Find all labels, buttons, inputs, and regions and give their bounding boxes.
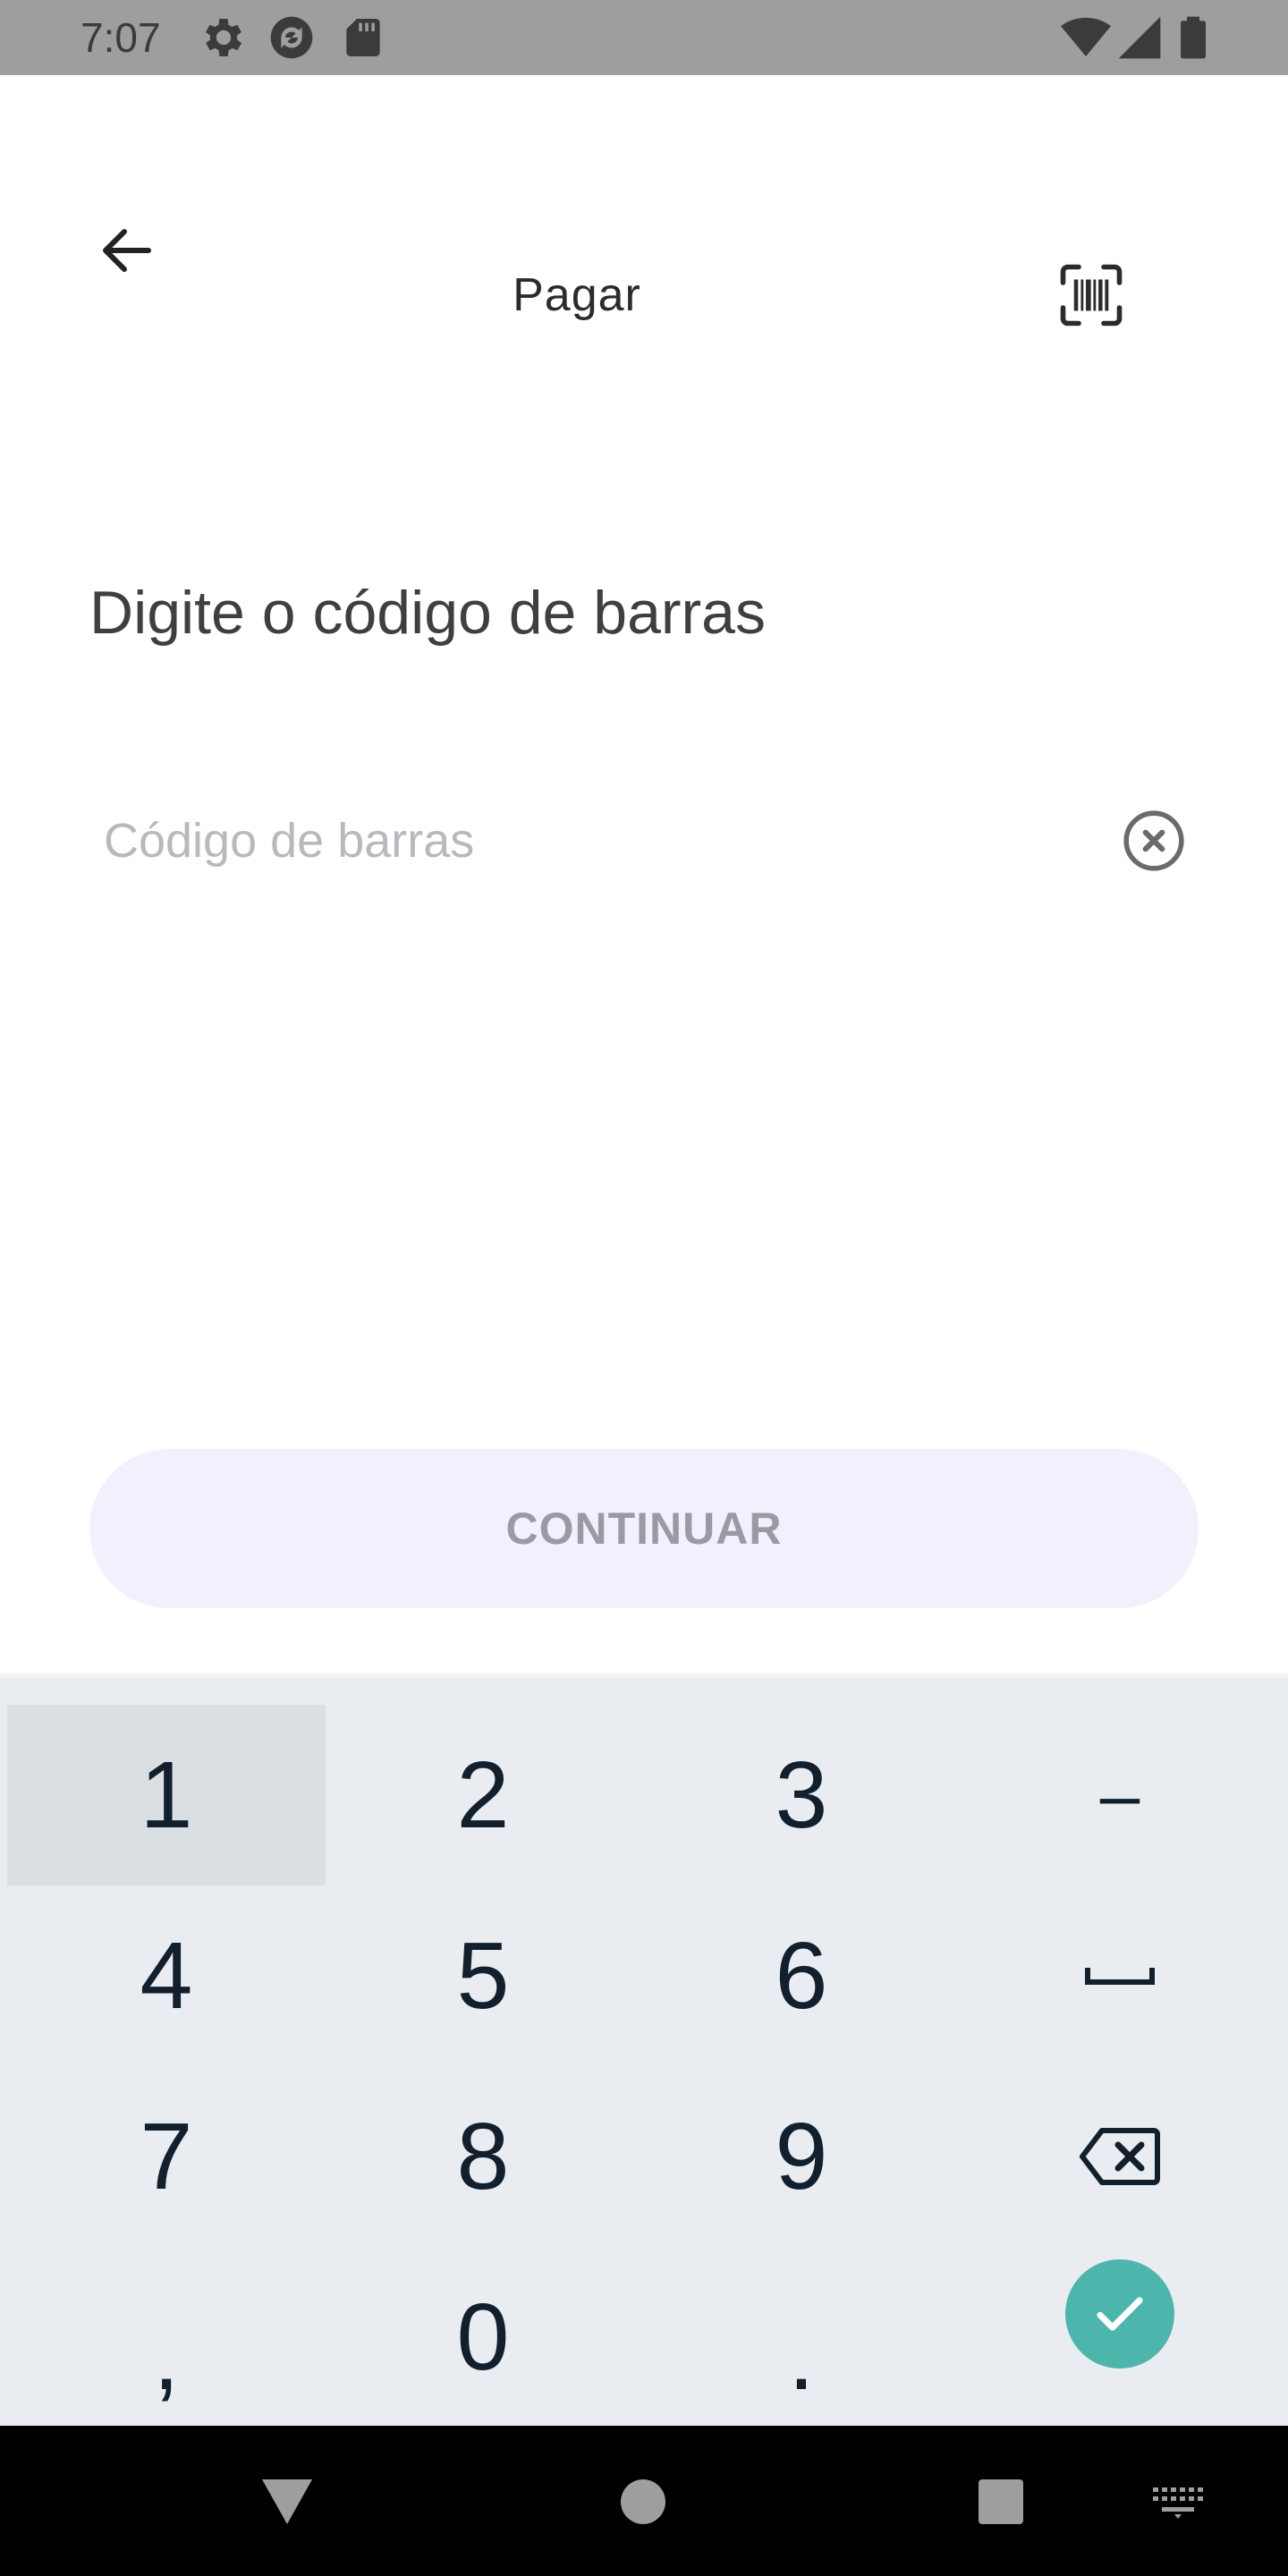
wifi-icon xyxy=(1061,13,1111,63)
status-bar: 7:07 xyxy=(0,0,1288,75)
app-toolbar: Pagar xyxy=(0,75,1288,513)
close-circle-icon xyxy=(1123,810,1184,871)
key-9[interactable]: 9 xyxy=(642,2066,961,2247)
key-period-label: . xyxy=(788,2303,815,2410)
keyboard-switch-icon xyxy=(1153,2487,1203,2519)
battery-icon xyxy=(1168,13,1218,63)
barcode-input[interactable] xyxy=(89,787,1091,894)
scan-barcode-button[interactable] xyxy=(1046,250,1136,340)
done-key[interactable] xyxy=(961,2224,1279,2404)
back-triangle-icon xyxy=(262,2479,312,2524)
sd-card-icon xyxy=(338,13,388,63)
home-circle-icon xyxy=(621,2479,665,2524)
sync-icon xyxy=(267,13,317,63)
nav-back-button[interactable] xyxy=(238,2453,336,2551)
key-comma-label: , xyxy=(153,2303,180,2410)
backspace-key[interactable] xyxy=(961,2066,1279,2247)
barcode-instruction-heading: Digite o código de barras xyxy=(89,579,767,647)
key-6[interactable]: 6 xyxy=(642,1885,961,2066)
signal-icon xyxy=(1114,13,1165,63)
nav-home-button[interactable] xyxy=(594,2453,692,2551)
key-7[interactable]: 7 xyxy=(7,2066,326,2247)
nav-recents-button[interactable] xyxy=(952,2453,1050,2551)
key-5[interactable]: 5 xyxy=(324,1885,642,2066)
arrow-left-icon xyxy=(103,229,151,272)
key-period[interactable]: . xyxy=(642,2247,961,2428)
done-button-circle xyxy=(1065,2259,1174,2368)
back-button[interactable] xyxy=(82,206,172,295)
key-2[interactable]: 2 xyxy=(324,1705,642,1885)
status-time: 7:07 xyxy=(80,14,161,61)
barcode-scan-icon xyxy=(1060,264,1123,326)
page-title: Pagar xyxy=(513,269,641,321)
key-comma[interactable]: , xyxy=(7,2247,326,2428)
space-icon xyxy=(1085,1968,1155,1985)
space-key[interactable] xyxy=(961,1885,1279,2066)
clear-input-button[interactable] xyxy=(1118,805,1190,877)
keyboard-switch-button[interactable] xyxy=(1129,2453,1227,2551)
done-check-icon xyxy=(1097,2297,1143,2331)
numeric-keyboard: 1 2 3 – 4 5 6 7 8 9 , 0 . xyxy=(0,1673,1288,2426)
system-nav-bar xyxy=(0,2426,1288,2576)
key-3[interactable]: 3 xyxy=(642,1705,961,1885)
backspace-icon xyxy=(1080,2128,1160,2185)
recents-square-icon xyxy=(979,2479,1023,2524)
key-4[interactable]: 4 xyxy=(7,1885,326,2066)
settings-icon xyxy=(199,13,249,63)
key-dash[interactable]: – xyxy=(961,1705,1279,1885)
continue-button[interactable]: CONTINUAR xyxy=(89,1449,1199,1608)
barcode-field xyxy=(89,787,1199,894)
key-8[interactable]: 8 xyxy=(324,2066,642,2247)
key-0[interactable]: 0 xyxy=(324,2247,642,2428)
key-1[interactable]: 1 xyxy=(7,1705,326,1885)
